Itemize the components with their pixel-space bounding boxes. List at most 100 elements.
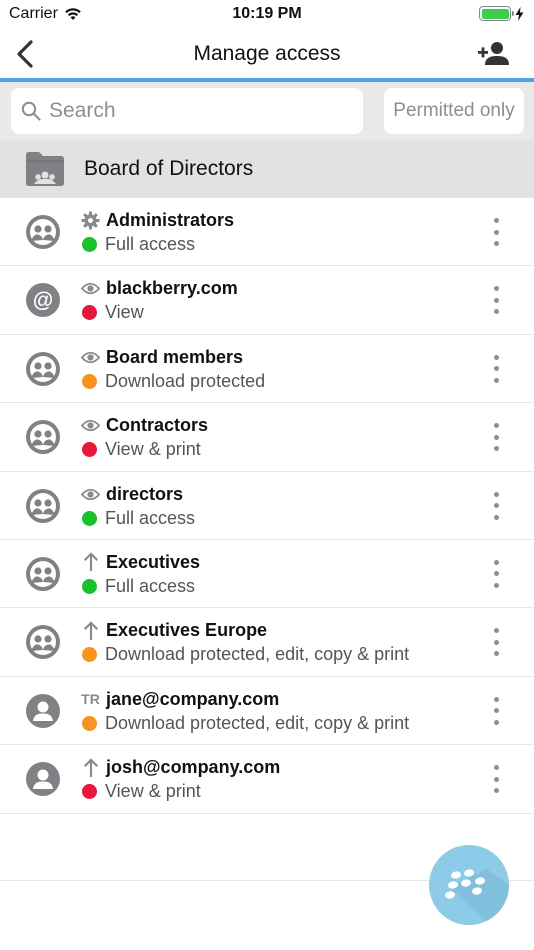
group-avatar-icon	[26, 556, 60, 591]
search-input[interactable]: Search	[11, 88, 363, 134]
group-avatar-icon	[26, 351, 60, 386]
access-level: View	[105, 302, 144, 323]
entry-title-line: Administrators	[81, 210, 234, 231]
access-level: View & print	[105, 439, 201, 460]
blackberry-logo-icon	[445, 869, 509, 923]
status-dot	[82, 237, 97, 252]
access-row[interactable]: TR jane@company.com Download protected, ed…	[0, 677, 534, 746]
status-dot	[82, 578, 97, 594]
entry-access-line: View & print	[82, 781, 201, 802]
eye-icon	[81, 485, 100, 504]
more-options-icon[interactable]	[492, 765, 500, 794]
clock: 10:19 PM	[232, 5, 302, 22]
entry-name: jane@company.com	[106, 688, 280, 709]
entry-name: Executives	[106, 551, 201, 572]
status-dot	[82, 784, 97, 800]
blackberry-fab-button[interactable]	[429, 845, 509, 925]
access-row[interactable]: directors Full access	[0, 472, 534, 540]
user-avatar-icon	[26, 693, 60, 728]
more-options-icon[interactable]	[492, 354, 500, 383]
access-level: Download protected, edit, copy & print	[105, 644, 410, 665]
search-placeholder: Search	[49, 99, 116, 122]
battery-icon	[479, 6, 514, 21]
access-level: Download protected, edit, copy & print	[105, 712, 410, 733]
more-options-icon[interactable]	[492, 491, 500, 520]
user-avatar-icon	[26, 762, 60, 797]
entry-title-line: Board members	[81, 347, 243, 368]
charging-bolt-icon	[515, 6, 524, 21]
more-options-icon[interactable]	[492, 423, 500, 452]
entry-access-line: Full access	[82, 508, 195, 529]
group-avatar-icon	[26, 215, 60, 249]
group-avatar-icon	[26, 488, 60, 523]
entry-title-line: TR jane@company.com	[81, 689, 279, 710]
status-dot	[82, 715, 97, 731]
gear-icon	[81, 211, 100, 230]
entry-name: Executives Europe	[106, 620, 268, 641]
page-title: Manage access	[193, 42, 341, 65]
eye-icon	[81, 279, 100, 298]
entry-name: Administrators	[106, 210, 235, 230]
entry-name: josh@company.com	[106, 757, 281, 778]
permitted-only-button[interactable]: Permitted only	[384, 88, 524, 134]
tr-badge: TR	[81, 691, 100, 708]
eye-icon	[81, 416, 100, 435]
access-level: View & print	[105, 781, 201, 802]
entry-access-line: Download protected	[82, 371, 265, 392]
entry-title-line: Executives Europe	[81, 620, 267, 641]
access-row[interactable]: Administrators Full access	[0, 198, 534, 267]
domain-avatar-icon: @	[26, 283, 60, 318]
status-dot	[82, 510, 97, 526]
folder-header: Board of Directors	[0, 140, 534, 198]
more-options-icon[interactable]	[492, 559, 500, 588]
status-dot	[82, 647, 97, 663]
battery-level	[481, 8, 509, 19]
access-row[interactable]: Executives Full access	[0, 540, 534, 609]
add-user-icon[interactable]	[478, 40, 510, 68]
entry-name: directors	[106, 483, 184, 504]
entry-name: blackberry.com	[106, 278, 238, 299]
more-options-icon[interactable]	[492, 286, 500, 315]
status-dot	[82, 373, 97, 389]
entry-title-line: Contractors	[81, 415, 208, 436]
battery-indicator	[479, 6, 524, 21]
access-row[interactable]: Executives Europe Download protected, edi…	[0, 608, 534, 677]
entry-name: Board members	[106, 346, 244, 367]
entry-title-line: Executives	[81, 552, 200, 573]
group-avatar-icon	[26, 420, 60, 455]
entry-title-line: josh@company.com	[81, 757, 280, 778]
entry-access-line: Full access	[82, 234, 195, 255]
access-row[interactable]: Board members Download protected	[0, 335, 534, 404]
entry-title-line: blackberry.com	[81, 278, 238, 299]
search-icon	[21, 101, 41, 121]
navigation-bar: Manage access	[0, 28, 534, 80]
group-avatar-icon	[26, 625, 60, 660]
access-row[interactable]: Contractors View & print	[0, 403, 534, 472]
access-level: Full access	[105, 575, 196, 596]
arrow-up-icon	[81, 552, 100, 572]
access-list: Administrators Full access @ blackberry.com…	[0, 198, 534, 814]
more-options-icon[interactable]	[492, 218, 500, 246]
entry-access-line: Full access	[82, 576, 195, 597]
access-row[interactable]: @ blackberry.com View	[0, 266, 534, 335]
entry-access-line: View	[82, 302, 144, 323]
access-row[interactable]: josh@company.com View & print	[0, 745, 534, 814]
svg-text:@: @	[33, 289, 53, 312]
entry-title-line: directors	[81, 484, 183, 505]
status-dot	[82, 442, 97, 458]
access-level: Full access	[105, 507, 196, 528]
status-bar: Carrier 10:19 PM	[0, 0, 534, 28]
more-options-icon[interactable]	[492, 628, 500, 657]
eye-icon	[81, 348, 100, 367]
access-level: Full access	[105, 234, 196, 254]
access-level: Download protected	[105, 370, 266, 391]
status-dot	[82, 305, 97, 321]
entry-access-line: Download protected, edit, copy & print	[82, 713, 409, 734]
shared-folder-icon	[26, 152, 64, 186]
arrow-up-icon	[81, 757, 100, 777]
folder-name: Board of Directors	[84, 157, 254, 180]
more-options-icon[interactable]	[492, 696, 500, 725]
entry-access-line: Download protected, edit, copy & print	[82, 644, 409, 665]
search-bar: Search Permitted only	[0, 82, 534, 140]
entry-name: Contractors	[106, 415, 209, 436]
